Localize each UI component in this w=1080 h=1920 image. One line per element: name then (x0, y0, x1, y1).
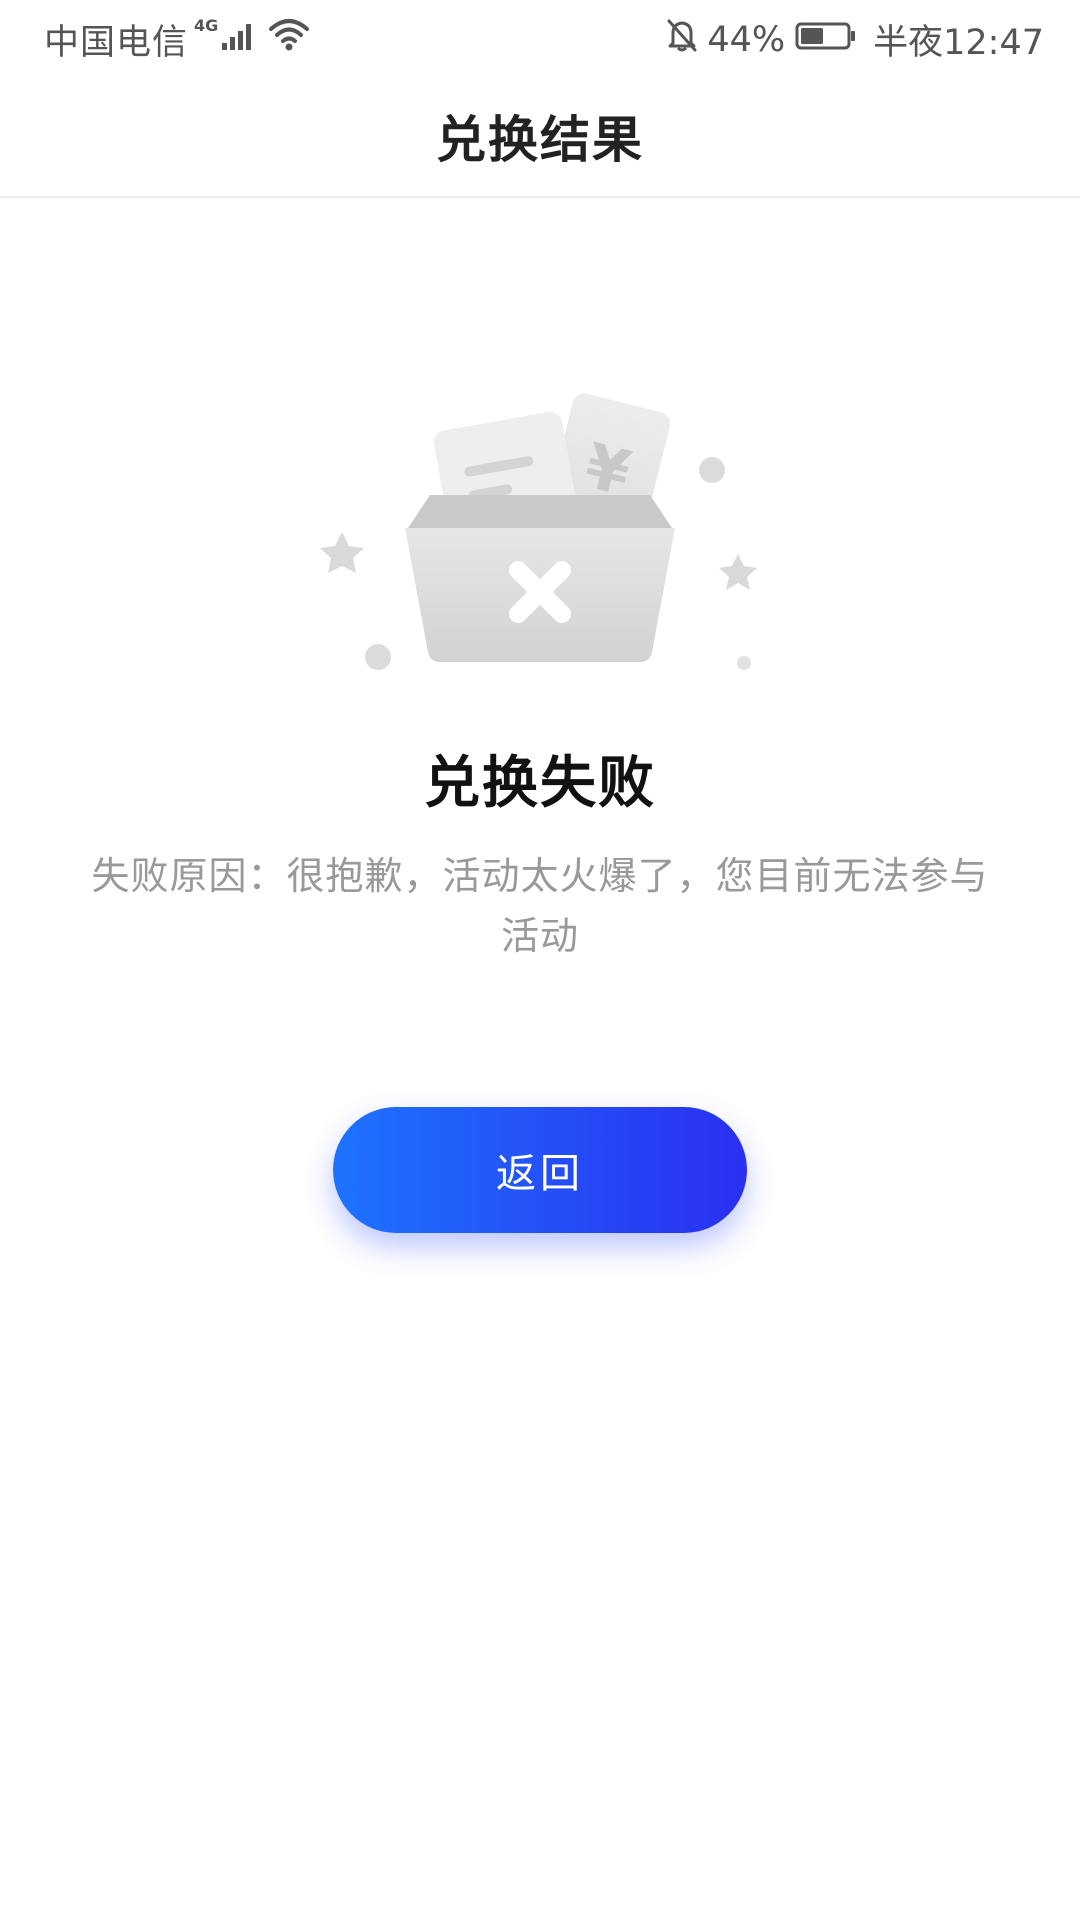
carrier-name: 中国电信 (44, 23, 189, 63)
failure-reason: 失败原因：很抱歉，活动太火爆了，您目前无法参与活动 (91, 854, 989, 958)
bell-off-icon (665, 17, 699, 62)
result-title: 兑换失败 (424, 751, 656, 816)
page-title: 兑换结果 (436, 111, 644, 169)
battery-icon (795, 20, 857, 60)
status-bar: 中国电信 4G 44% 半夜12:47 (0, 0, 1080, 76)
network-type: 4G (194, 16, 219, 35)
battery-percent: 44% (707, 19, 786, 60)
wifi-icon (268, 17, 310, 62)
empty-box-failure-icon: ¥ (300, 380, 780, 700)
status-left: 中国电信 4G (44, 14, 310, 65)
status-right: 44% 半夜12:47 (665, 14, 1044, 65)
clock: 半夜12:47 (873, 23, 1044, 63)
signal-icon (220, 19, 258, 60)
nav-bar: 兑换结果 (0, 76, 1080, 198)
back-button[interactable]: 返回 (333, 1107, 747, 1233)
